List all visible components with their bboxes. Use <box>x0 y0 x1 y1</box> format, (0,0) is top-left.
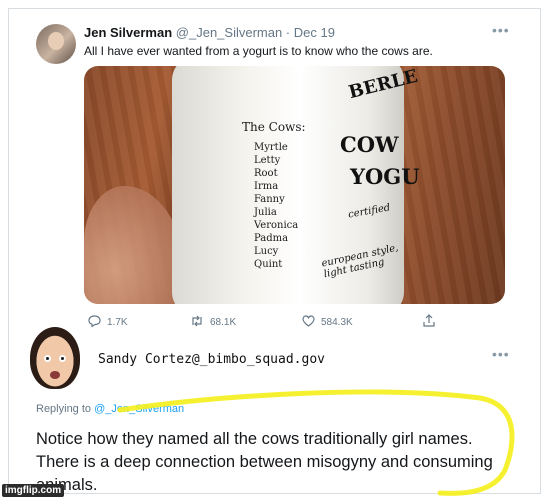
yellow-highlight-scribble <box>117 389 515 496</box>
watermark: imgflip.com <box>2 484 65 497</box>
reply-text: Notice how they named all the cows tradi… <box>36 430 493 494</box>
